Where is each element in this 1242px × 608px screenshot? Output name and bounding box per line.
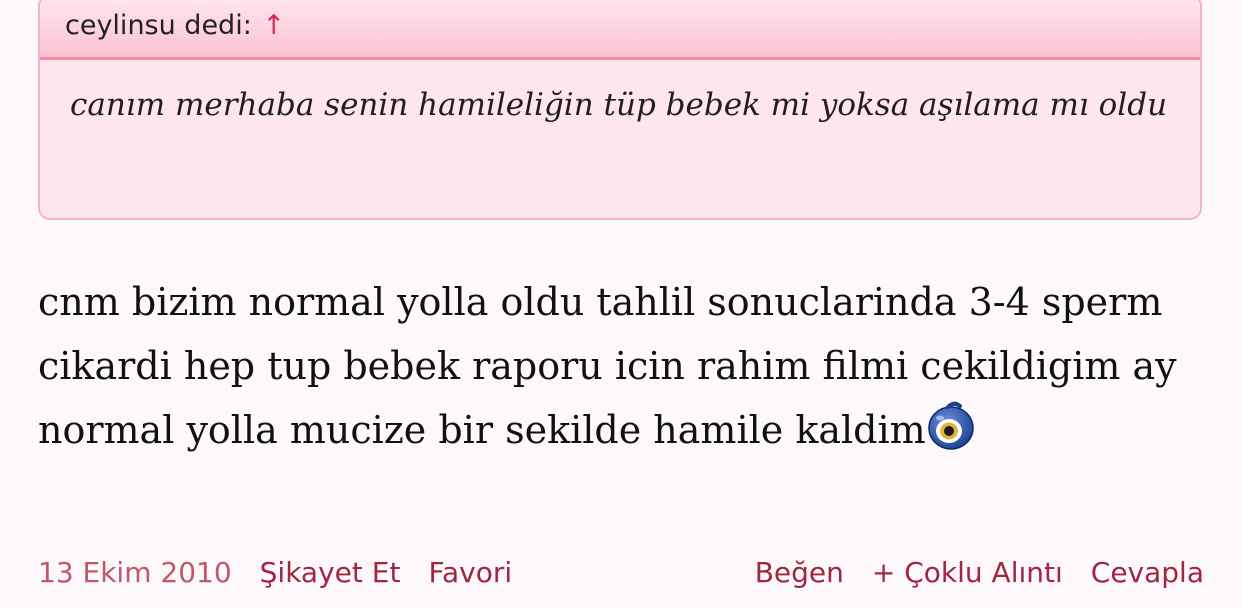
post-text: cnm bizim normal yolla oldu tahlil sonuc… [38,280,1177,452]
footer-left: 13 Ekim 2010 Şikayet Et Favori [38,556,512,589]
quote-header: ceylinsu dedi: ↑ [40,0,1200,60]
multi-quote-link[interactable]: + Çoklu Alıntı [872,556,1063,589]
quote-box: ceylinsu dedi: ↑ canım merhaba senin ham… [38,0,1202,220]
quote-source-link[interactable]: ↑ [262,10,285,41]
report-link[interactable]: Şikayet Et [260,556,401,589]
post-date: 13 Ekim 2010 [38,556,232,589]
quote-text: canım merhaba senin hamileliğin tüp bebe… [70,87,1168,123]
favorite-link[interactable]: Favori [428,556,512,589]
footer-right: Beğen + Çoklu Alıntı Cevapla [755,556,1204,589]
quote-author: ceylinsu dedi: [65,10,252,41]
post-body: cnm bizim normal yolla oldu tahlil sonuc… [38,270,1208,462]
reply-link[interactable]: Cevapla [1091,556,1204,589]
nazar-boncugu-icon [927,401,974,450]
like-link[interactable]: Beğen [755,556,844,589]
